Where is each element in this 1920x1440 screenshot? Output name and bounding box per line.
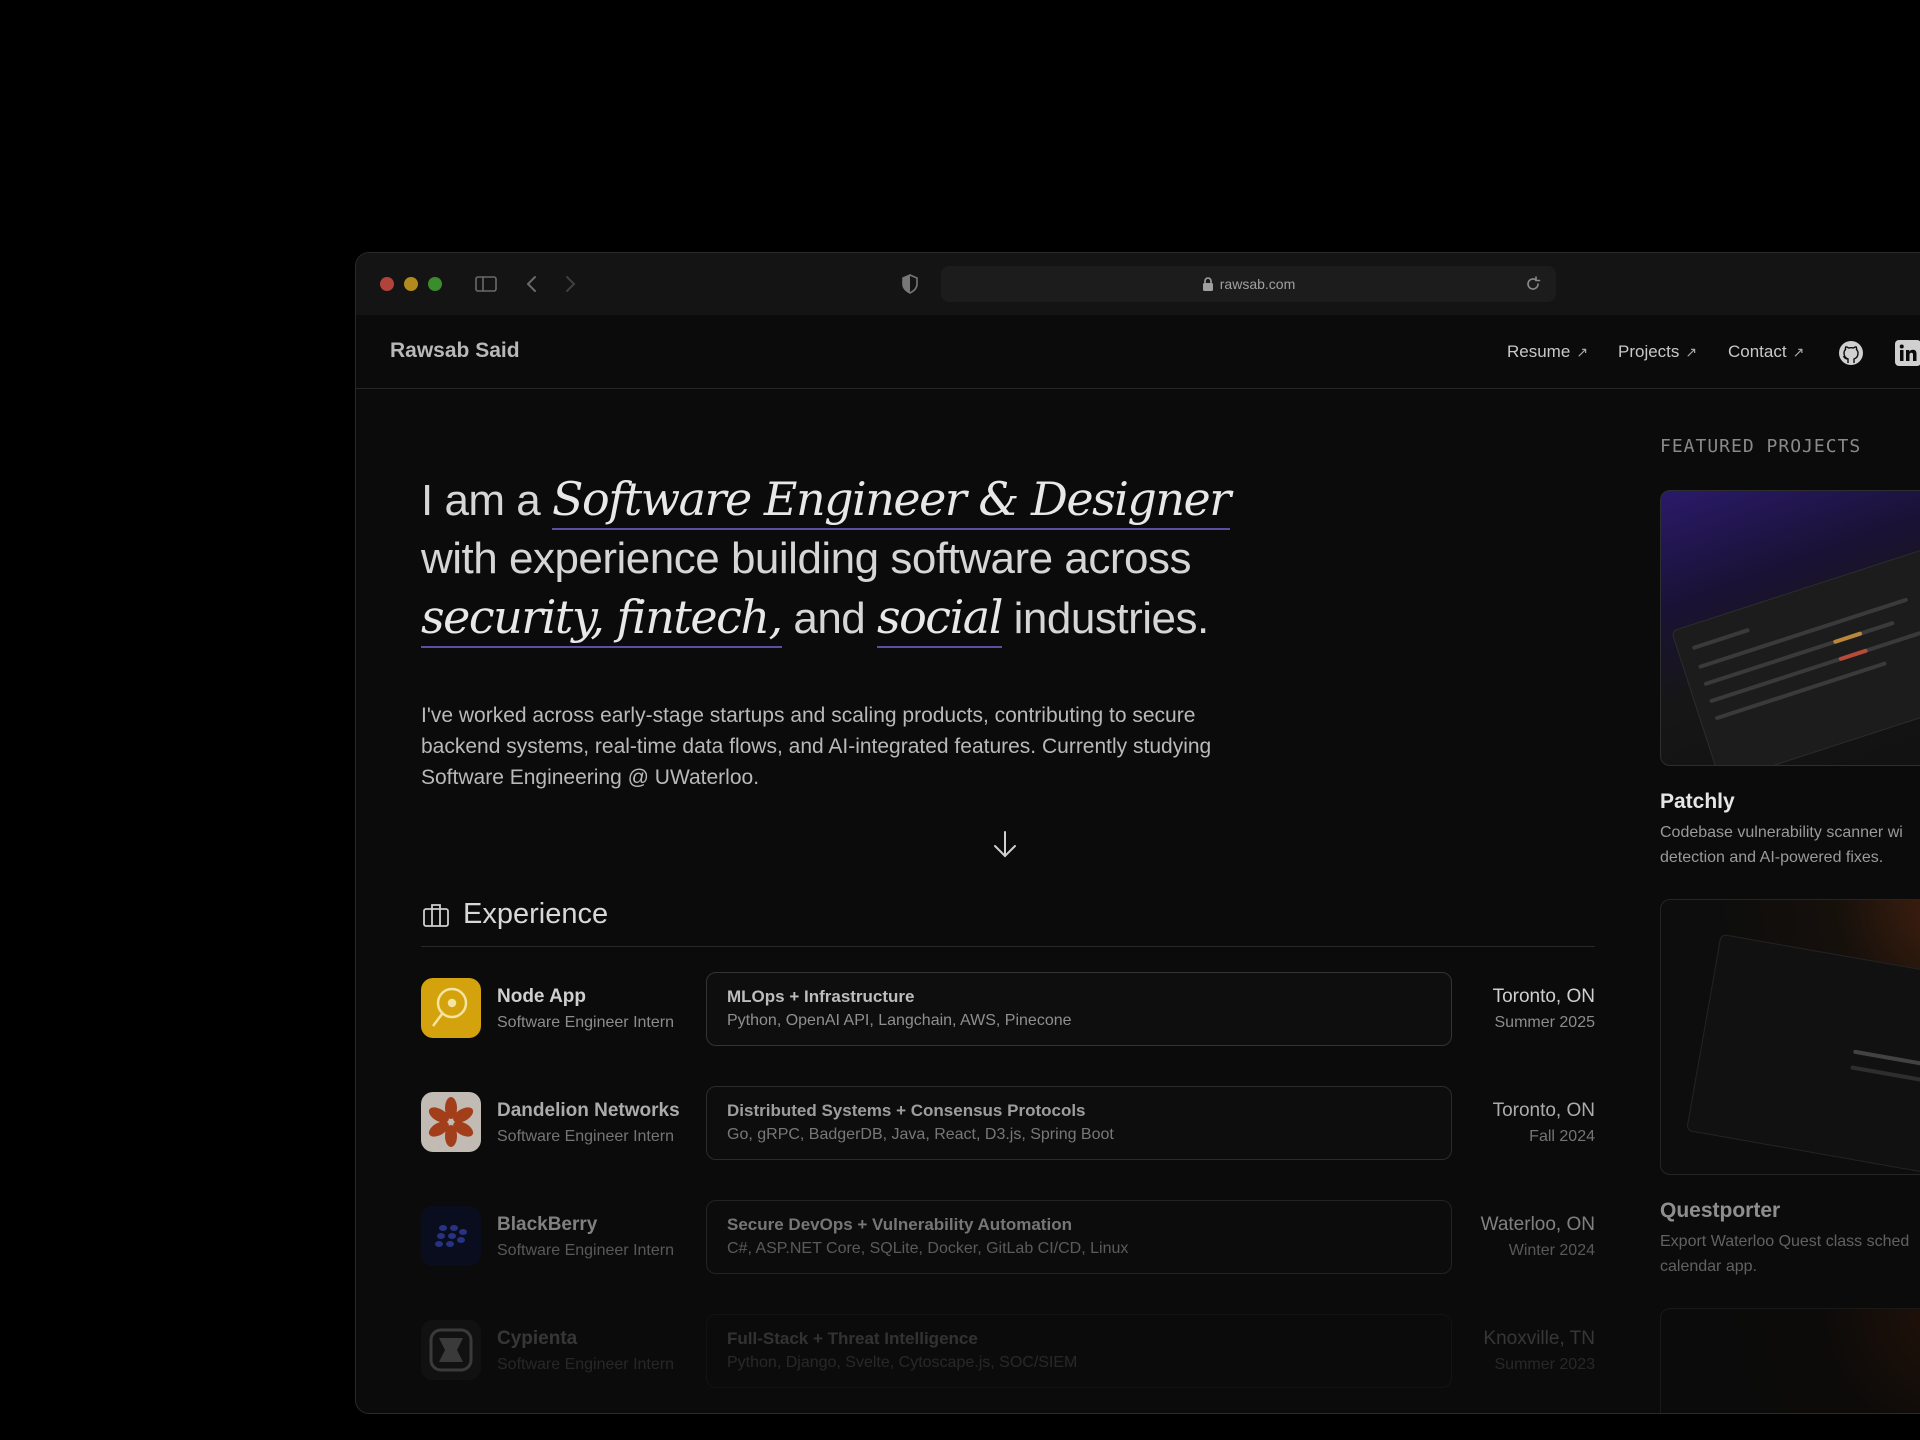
cypienta-logo bbox=[421, 1320, 481, 1380]
tech-list: C#, ASP.NET Core, SQLite, Docker, GitLab… bbox=[727, 1240, 1129, 1257]
reload-icon[interactable] bbox=[1524, 275, 1542, 293]
job-role: Software Engineer Intern bbox=[497, 1356, 674, 1373]
job-term: Fall 2024 bbox=[1529, 1128, 1595, 1145]
project-description: Export Waterloo Quest class sched calend… bbox=[1660, 1229, 1920, 1279]
mock-line bbox=[1832, 631, 1863, 645]
blackberry-logo bbox=[421, 1206, 481, 1266]
dandelion-networks-logo bbox=[421, 1092, 481, 1152]
project-title[interactable]: Questporter bbox=[1660, 1199, 1780, 1223]
project-title[interactable]: Patchly bbox=[1660, 790, 1735, 814]
hero-line-1: I am a Software Engineer & Designer bbox=[421, 470, 1321, 530]
sidebar-toggle-icon[interactable] bbox=[472, 270, 500, 298]
focus-area: Distributed Systems + Consensus Protocol… bbox=[727, 1101, 1086, 1120]
project-desc-line: Codebase vulnerability scanner wi bbox=[1660, 824, 1903, 841]
browser-titlebar: rawsab.com bbox=[356, 253, 1920, 315]
experience-row[interactable]: Cypienta Software Engineer Intern Full-S… bbox=[421, 1314, 1595, 1388]
hero-and: and bbox=[793, 594, 866, 643]
project-thumbnail[interactable] bbox=[1660, 1308, 1920, 1413]
job-term: Summer 2025 bbox=[1494, 1014, 1596, 1031]
tech-stack-card: Distributed Systems + Consensus Protocol… bbox=[706, 1086, 1452, 1160]
nav-contact-label: Contact bbox=[1728, 342, 1787, 361]
job-role: Software Engineer Intern bbox=[497, 1128, 674, 1145]
mock-line bbox=[1838, 648, 1869, 662]
project-description: Codebase vulnerability scanner wi detect… bbox=[1660, 820, 1920, 870]
site-navbar: Rawsab Said Resume ↗ Projects ↗ Contact … bbox=[356, 315, 1920, 389]
mock-screenshot bbox=[1686, 933, 1920, 1174]
mock-line bbox=[1691, 627, 1751, 651]
address-bar[interactable]: rawsab.com bbox=[941, 266, 1556, 302]
tech-stack-card: Full-Stack + Threat Intelligence Python,… bbox=[706, 1314, 1452, 1388]
hero-prefix: I am a bbox=[421, 476, 541, 525]
external-arrow-icon: ↗ bbox=[1792, 343, 1805, 360]
hero-industry-2: social bbox=[877, 590, 1003, 648]
hero-line-2: with experience building software across bbox=[421, 534, 1191, 583]
experience-row[interactable]: BlackBerry Software Engineer Intern Secu… bbox=[421, 1200, 1595, 1274]
divider bbox=[421, 946, 1595, 947]
project-desc-line: detection and AI-powered fixes. bbox=[1660, 849, 1884, 866]
tech-stack-card: MLOps + Infrastructure Python, OpenAI AP… bbox=[706, 972, 1452, 1046]
job-term: Summer 2023 bbox=[1494, 1356, 1596, 1373]
experience-row[interactable]: Node App Software Engineer Intern MLOps … bbox=[421, 972, 1595, 1046]
project-thumbnail-questporter[interactable] bbox=[1660, 899, 1920, 1175]
external-arrow-icon: ↗ bbox=[1576, 343, 1589, 360]
tech-list: Python, OpenAI API, Langchain, AWS, Pine… bbox=[727, 1012, 1072, 1029]
job-location: Waterloo, ON bbox=[1480, 1214, 1595, 1235]
browser-window: rawsab.com Rawsab Said Resume ↗ Projects… bbox=[355, 252, 1920, 1414]
job-location: Toronto, ON bbox=[1492, 986, 1595, 1007]
mock-line bbox=[1850, 1065, 1920, 1084]
linkedin-icon[interactable] bbox=[1894, 339, 1920, 367]
tech-list: Python, Django, Svelte, Cytoscape.js, SO… bbox=[727, 1354, 1078, 1371]
featured-projects-label: FEATURED PROJECTS bbox=[1660, 436, 1862, 457]
experience-title: Experience bbox=[463, 898, 609, 930]
job-location: Knoxville, TN bbox=[1483, 1328, 1595, 1349]
focus-area: MLOps + Infrastructure bbox=[727, 987, 915, 1006]
site-brand[interactable]: Rawsab Said bbox=[390, 339, 520, 363]
close-window-button[interactable] bbox=[380, 277, 394, 291]
page-content: I am a Software Engineer & Designer with… bbox=[356, 390, 1920, 1413]
project-desc-line: calendar app. bbox=[1660, 1258, 1757, 1275]
lock-icon bbox=[1202, 277, 1213, 291]
nav-projects-link[interactable]: Projects ↗ bbox=[1618, 342, 1697, 362]
maximize-window-button[interactable] bbox=[428, 277, 442, 291]
github-icon[interactable] bbox=[1837, 339, 1865, 367]
experience-row[interactable]: Dandelion Networks Software Engineer Int… bbox=[421, 1086, 1595, 1160]
company-name: Dandelion Networks bbox=[497, 1100, 680, 1121]
job-role: Software Engineer Intern bbox=[497, 1242, 674, 1259]
scroll-down-arrow-icon[interactable] bbox=[990, 828, 1020, 860]
job-location: Toronto, ON bbox=[1492, 1100, 1595, 1121]
nav-resume-link[interactable]: Resume ↗ bbox=[1507, 342, 1588, 362]
url-text: rawsab.com bbox=[1219, 276, 1296, 292]
back-arrow-icon[interactable] bbox=[518, 270, 546, 298]
mock-screenshot bbox=[1671, 525, 1920, 765]
project-thumbnail-patchly[interactable] bbox=[1660, 490, 1920, 766]
tech-stack-card: Secure DevOps + Vulnerability Automation… bbox=[706, 1200, 1452, 1274]
experience-heading: Experience bbox=[421, 898, 608, 931]
job-term: Winter 2024 bbox=[1508, 1242, 1595, 1259]
company-name: Node App bbox=[497, 986, 587, 1007]
forward-arrow-icon[interactable] bbox=[556, 270, 584, 298]
hero-intro: I've worked across early-stage startups … bbox=[421, 704, 1212, 789]
focus-area: Secure DevOps + Vulnerability Automation bbox=[727, 1215, 1072, 1234]
nav-projects-label: Projects bbox=[1618, 342, 1680, 361]
hero-headline: I am a Software Engineer & Designer with… bbox=[421, 470, 1321, 648]
nav-contact-link[interactable]: Contact ↗ bbox=[1728, 342, 1804, 362]
company-name: Cypienta bbox=[497, 1328, 578, 1349]
minimize-window-button[interactable] bbox=[404, 277, 418, 291]
privacy-shield-icon[interactable] bbox=[896, 270, 924, 298]
hero-industry-1: security, fintech, bbox=[421, 590, 783, 648]
hero-line-3: security, fintech, and social industries… bbox=[421, 588, 1321, 648]
mock-line bbox=[1709, 625, 1920, 704]
node-app-logo bbox=[421, 978, 481, 1038]
project-desc-line: Export Waterloo Quest class sched bbox=[1660, 1233, 1910, 1250]
company-name: BlackBerry bbox=[497, 1214, 598, 1235]
hero-role: Software Engineer & Designer bbox=[552, 472, 1231, 530]
nav-resume-label: Resume bbox=[1507, 342, 1571, 361]
hero-suffix: industries. bbox=[1013, 594, 1210, 643]
tech-list: Go, gRPC, BadgerDB, Java, React, D3.js, … bbox=[727, 1126, 1114, 1143]
external-arrow-icon: ↗ bbox=[1685, 343, 1698, 360]
briefcase-icon bbox=[423, 903, 449, 927]
job-role: Software Engineer Intern bbox=[497, 1014, 674, 1031]
focus-area: Full-Stack + Threat Intelligence bbox=[727, 1329, 978, 1348]
